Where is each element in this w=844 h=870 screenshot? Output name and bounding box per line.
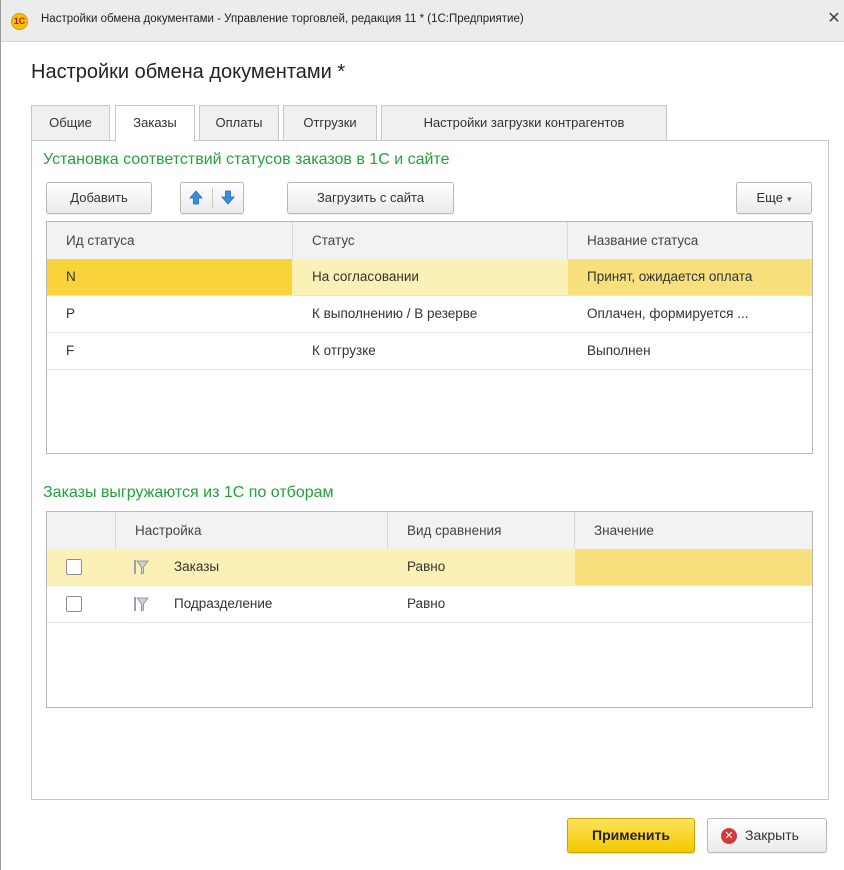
filters-table[interactable]: Настройка Вид сравнения Значение Заказы … — [46, 511, 813, 708]
table-row[interactable]: P К выполнению / В резерве Оплачен, форм… — [47, 296, 812, 333]
column-comparison[interactable]: Вид сравнения — [388, 512, 574, 549]
table-header: Ид статуса Статус Название статуса — [47, 222, 812, 260]
status-mapping-table[interactable]: Ид статуса Статус Название статуса N На … — [46, 221, 813, 454]
column-status-id[interactable]: Ид статуса — [47, 222, 292, 259]
reorder-button-group — [180, 182, 244, 214]
tab-counterparty-import[interactable]: Настройки загрузки контрагентов — [381, 105, 667, 141]
more-button[interactable]: Еще ▾ — [736, 182, 812, 214]
table-row[interactable]: Заказы Равно — [47, 549, 812, 586]
close-circle-icon: ✕ — [721, 828, 737, 844]
filter-icon — [134, 597, 149, 612]
move-down-button[interactable] — [213, 183, 244, 213]
form-title: Настройки обмена документами * — [31, 61, 346, 83]
move-up-button[interactable] — [181, 183, 212, 213]
column-checkbox — [47, 512, 115, 549]
title-bar: 1С Настройки обмена документами - Управл… — [1, 0, 844, 42]
add-button[interactable]: Добавить — [46, 182, 152, 214]
table-row[interactable]: N На согласовании Принят, ожидается опла… — [47, 259, 812, 296]
table-header: Настройка Вид сравнения Значение — [47, 512, 812, 550]
use-filter-checkbox[interactable] — [66, 559, 82, 575]
tab-orders[interactable]: Заказы — [115, 105, 195, 142]
app-window: 1С Настройки обмена документами - Управл… — [0, 0, 844, 870]
comparison-cell: Равно — [407, 596, 446, 611]
status-name-cell: Выполнен — [587, 343, 651, 358]
tab-payments[interactable]: Оплаты — [199, 105, 279, 141]
status-id-cell: P — [66, 306, 76, 321]
arrow-up-icon — [189, 190, 203, 205]
window-close-icon[interactable]: ✕ — [825, 9, 843, 29]
load-from-site-button[interactable]: Загрузить с сайта — [287, 182, 454, 214]
orders-tab-panel: Установка соответствий статусов заказов … — [31, 140, 829, 800]
window-title: Настройки обмена документами - Управлени… — [41, 13, 524, 25]
status-cell: К выполнению / В резерве — [312, 306, 478, 321]
close-button[interactable]: ✕ Закрыть — [707, 818, 827, 853]
status-name-cell: Принят, ожидается оплата — [568, 259, 812, 295]
more-button-label: Еще — [756, 190, 783, 205]
value-cell[interactable] — [575, 586, 812, 622]
column-setting[interactable]: Настройка — [116, 512, 387, 549]
filter-icon — [134, 560, 149, 575]
status-name-cell: Оплачен, формируется ... — [587, 306, 749, 321]
setting-cell: Подразделение — [174, 596, 273, 611]
table-row[interactable]: Подразделение Равно — [47, 586, 812, 623]
close-button-label: Закрыть — [745, 827, 799, 843]
status-cell: На согласовании — [312, 269, 419, 284]
status-id-cell: N — [47, 259, 292, 295]
app-logo: 1С — [11, 13, 28, 30]
tab-shipments[interactable]: Отгрузки — [283, 105, 377, 141]
setting-cell: Заказы — [174, 559, 220, 574]
table-row[interactable]: F К отгрузке Выполнен — [47, 333, 812, 370]
value-cell[interactable] — [575, 549, 812, 585]
chevron-down-icon: ▾ — [786, 194, 792, 204]
column-status-name[interactable]: Название статуса — [568, 222, 812, 259]
use-filter-checkbox[interactable] — [66, 596, 82, 612]
status-mapping-title: Установка соответствий статусов заказов … — [43, 151, 450, 168]
filters-section-title: Заказы выгружаются из 1С по отборам — [43, 484, 334, 501]
status-id-cell: F — [66, 343, 75, 358]
column-value[interactable]: Значение — [575, 512, 812, 549]
column-status[interactable]: Статус — [293, 222, 567, 259]
tab-general[interactable]: Общие — [31, 105, 110, 141]
status-cell: К отгрузке — [312, 343, 376, 358]
apply-button[interactable]: Применить — [567, 818, 695, 853]
comparison-cell: Равно — [407, 559, 446, 574]
arrow-down-icon — [221, 190, 235, 205]
